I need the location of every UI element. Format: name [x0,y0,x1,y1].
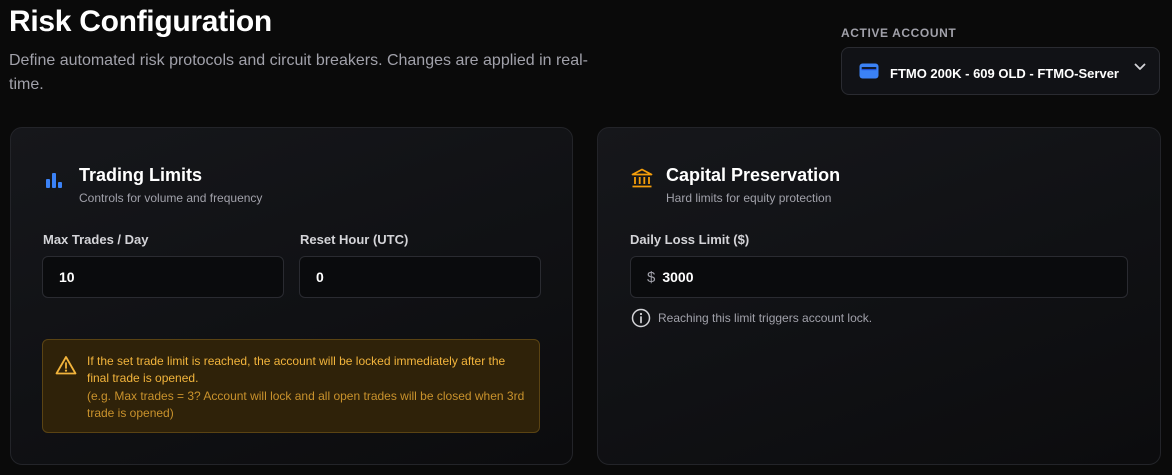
currency-prefix: $ [647,268,656,286]
risk-configuration-page: Risk Configuration Define automated risk… [0,0,1172,475]
daily-loss-info: Reaching this limit triggers account loc… [631,308,872,328]
reset-hour-input[interactable] [316,269,540,285]
trading-limits-card: Trading Limits Controls for volume and f… [10,127,573,465]
warning-example: (e.g. Max trades = 3? Account will lock … [87,389,525,420]
trade-limit-warning: If the set trade limit is reached, the a… [42,339,540,433]
info-text: Reaching this limit triggers account loc… [658,311,873,325]
wallet-icon [859,63,879,79]
warning-text: If the set trade limit is reached, the a… [87,354,506,385]
page-title: Risk Configuration [9,5,272,38]
max-trades-input[interactable] [59,269,283,285]
active-account-label: ACTIVE ACCOUNT [841,26,957,40]
account-select-value: FTMO 200K - 609 OLD - FTMO-Server [890,65,1119,81]
capital-preservation-card: Capital Preservation Hard limits for equ… [597,127,1161,465]
max-trades-field[interactable] [42,256,284,298]
capital-preservation-description: Hard limits for equity protection [666,191,832,205]
chevron-down-icon [1134,63,1146,70]
daily-loss-label: Daily Loss Limit ($) [630,232,750,247]
trading-limits-description: Controls for volume and frequency [79,191,263,205]
trading-limits-title: Trading Limits [79,165,203,185]
bank-icon [631,168,653,188]
info-icon [631,308,651,328]
daily-loss-input[interactable] [662,269,1127,285]
page-subtitle: Define automated risk protocols and circ… [9,52,588,93]
max-trades-label: Max Trades / Day [43,232,149,247]
reset-hour-field[interactable] [299,256,541,298]
warning-icon [55,356,77,375]
account-select[interactable]: FTMO 200K - 609 OLD - FTMO-Server [841,47,1160,95]
daily-loss-field[interactable]: $ [630,256,1128,298]
bar-chart-icon [46,173,62,188]
reset-hour-label: Reset Hour (UTC) [300,232,409,247]
capital-preservation-title: Capital Preservation [666,165,841,185]
